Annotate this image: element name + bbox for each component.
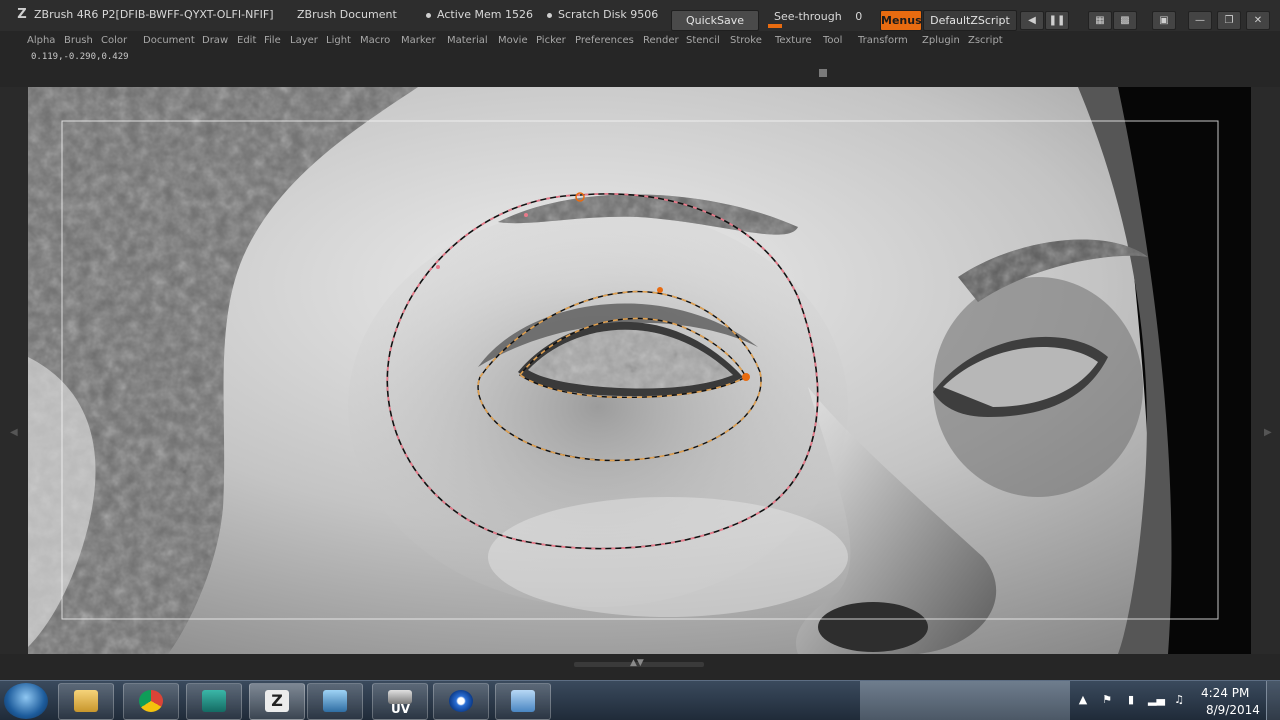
taskbar-flower-app[interactable] xyxy=(433,683,489,720)
taskbar-zbrush[interactable]: Z xyxy=(249,683,305,720)
clock-date[interactable]: 8/9/2014 xyxy=(1206,703,1260,717)
menu-layer[interactable]: Layer xyxy=(290,35,318,46)
seethrough-slider-label[interactable]: See-through 0 xyxy=(774,10,862,23)
menu-file[interactable]: File xyxy=(264,35,281,46)
nostril-shadow xyxy=(818,602,928,652)
curve-point-inner-corner[interactable] xyxy=(742,373,750,381)
menu-render[interactable]: Render xyxy=(643,35,679,46)
clock-time[interactable]: 4:24 PM xyxy=(1201,686,1249,700)
menu-tool[interactable]: Tool xyxy=(823,35,842,46)
layout-bars-icon[interactable]: ❚❚ xyxy=(1045,11,1069,30)
right-tray-arrow-icon[interactable]: ▶ xyxy=(1264,427,1272,438)
taskbar-control-panel[interactable] xyxy=(495,683,551,720)
bottom-shelf-arrow-icon[interactable]: ▲▼ xyxy=(630,658,644,668)
menu-macro[interactable]: Macro xyxy=(360,35,390,46)
curve-point-outer-2[interactable] xyxy=(436,265,440,269)
seethrough-value: 0 xyxy=(855,10,863,23)
menu-bar: Alpha Brush Color Document Draw Edit Fil… xyxy=(0,31,1280,51)
taskbar-maya[interactable] xyxy=(186,683,242,720)
chrome-icon xyxy=(139,690,163,712)
menu-picker[interactable]: Picker xyxy=(536,35,566,46)
menu-marker[interactable]: Marker xyxy=(401,35,436,46)
menu-stencil[interactable]: Stencil xyxy=(686,35,720,46)
windows-taskbar: Z UV ▲ ⚑ ▮ ▂▄ ♫ 4:24 PM 8/9/2014 xyxy=(0,680,1280,720)
menu-color[interactable]: Color xyxy=(101,35,127,46)
document-canvas[interactable] xyxy=(28,87,1251,654)
taskbar-chrome[interactable] xyxy=(123,683,179,720)
menu-light[interactable]: Light xyxy=(326,35,351,46)
info-strip: 0.119,-0.290,0.429 xyxy=(0,51,1280,87)
curve-point-outer-1[interactable] xyxy=(524,213,528,217)
uv-label: UV xyxy=(391,702,411,716)
active-mem-readout: Active Mem 1526 xyxy=(426,8,533,21)
curve-point-middle-top[interactable] xyxy=(657,287,663,293)
sculpt-viewport[interactable] xyxy=(28,87,1251,654)
left-tray[interactable]: ◀ xyxy=(0,87,28,658)
flower-icon xyxy=(449,690,473,712)
signal-icon[interactable]: ▂▄ xyxy=(1148,693,1165,707)
taskbar-uv-layout[interactable]: UV xyxy=(372,683,428,720)
taskbar-explorer[interactable] xyxy=(58,683,114,720)
bottom-shelf: ▲▼ xyxy=(0,654,1280,680)
menu-transform[interactable]: Transform xyxy=(858,35,908,46)
zbrush-logo-icon: Z xyxy=(17,7,27,22)
layout-tile-icon[interactable]: ▦ xyxy=(1088,11,1112,30)
scratch-disk-readout: Scratch Disk 9506 xyxy=(547,8,658,21)
photo-viewer-icon xyxy=(323,690,347,712)
menu-zplugin[interactable]: Zplugin xyxy=(922,35,960,46)
layout-prev-icon[interactable]: ◀ xyxy=(1020,11,1044,30)
flag-icon[interactable]: ⚑ xyxy=(1100,693,1114,707)
shelf-handle[interactable] xyxy=(819,69,827,77)
start-button[interactable] xyxy=(4,683,48,719)
menu-alpha[interactable]: Alpha xyxy=(27,35,55,46)
menu-draw[interactable]: Draw xyxy=(202,35,228,46)
lock-icon[interactable]: ▣ xyxy=(1152,11,1176,30)
bullet-icon xyxy=(547,12,552,18)
coordinate-readout: 0.119,-0.290,0.429 xyxy=(31,52,129,62)
cheek-highlight xyxy=(488,497,848,617)
menu-preferences[interactable]: Preferences xyxy=(575,35,634,46)
minimize-icon[interactable]: — xyxy=(1188,11,1212,30)
restore-icon[interactable]: ❐ xyxy=(1217,11,1241,30)
layout-tile-alt-icon[interactable]: ▩ xyxy=(1113,11,1137,30)
app-title: ZBrush 4R6 P2[DFIB-BWFF-QYXT-OLFI-NFIF] xyxy=(34,8,274,21)
close-icon[interactable]: ✕ xyxy=(1246,11,1270,30)
quicksave-button[interactable]: QuickSave xyxy=(671,10,759,31)
menu-texture[interactable]: Texture xyxy=(775,35,812,46)
folder-icon xyxy=(74,690,98,712)
menu-document[interactable]: Document xyxy=(143,35,195,46)
zbrush-icon: Z xyxy=(265,690,289,712)
left-tray-arrow-icon[interactable]: ◀ xyxy=(10,427,18,438)
power-icon[interactable]: ▮ xyxy=(1124,693,1138,707)
menu-stroke[interactable]: Stroke xyxy=(730,35,762,46)
default-zscript-button[interactable]: DefaultZScript xyxy=(923,10,1017,31)
document-title: ZBrush Document xyxy=(297,8,397,21)
menu-movie[interactable]: Movie xyxy=(498,35,528,46)
chevron-up-icon[interactable]: ▲ xyxy=(1076,693,1090,707)
menu-material[interactable]: Material xyxy=(447,35,488,46)
menu-zscript[interactable]: Zscript xyxy=(968,35,1003,46)
maya-icon xyxy=(202,690,226,712)
menus-button[interactable]: Menus xyxy=(880,10,922,31)
seethrough-slider-handle[interactable] xyxy=(768,24,782,28)
volume-icon[interactable]: ♫ xyxy=(1172,693,1186,707)
taskbar-preview-thumbnail xyxy=(860,681,1070,720)
bullet-icon xyxy=(426,12,431,18)
menu-edit[interactable]: Edit xyxy=(237,35,256,46)
taskbar-photo-viewer[interactable] xyxy=(307,683,363,720)
right-tray[interactable]: ▶ xyxy=(1251,87,1280,658)
title-bar: Z ZBrush 4R6 P2[DFIB-BWFF-QYXT-OLFI-NFIF… xyxy=(0,0,1280,32)
control-panel-icon xyxy=(511,690,535,712)
menu-brush[interactable]: Brush xyxy=(64,35,93,46)
show-desktop-button[interactable] xyxy=(1266,681,1280,720)
